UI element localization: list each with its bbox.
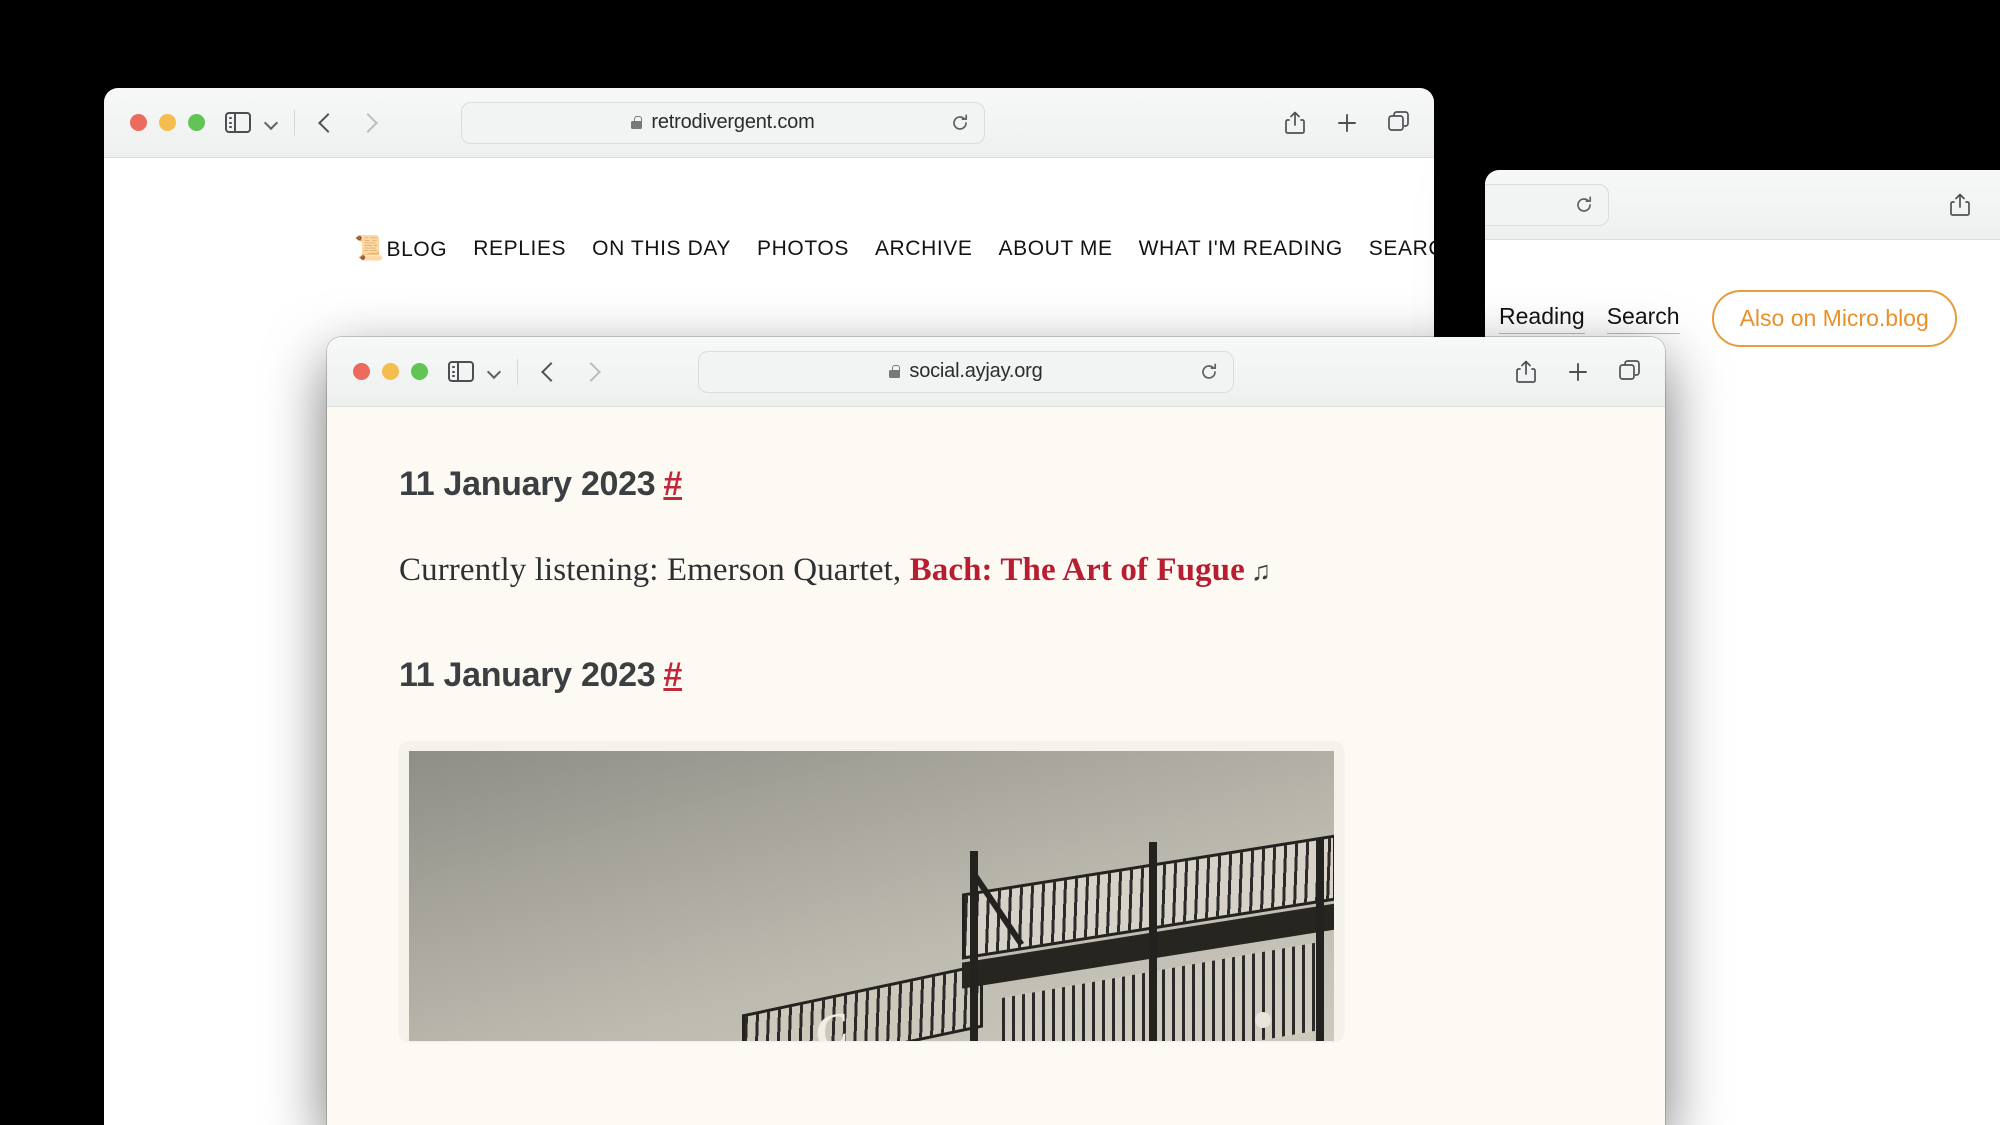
page-content: 11 January 2023 # Currently listening: Em… bbox=[327, 407, 1665, 1125]
toolbar-actions[interactable] bbox=[1947, 191, 2000, 219]
nav-item-blog[interactable]: 📜BLOG bbox=[354, 234, 447, 263]
nav-item-about-me[interactable]: ABOUT ME bbox=[999, 237, 1113, 261]
music-note-icon: ♫ bbox=[1250, 556, 1272, 586]
address-bar[interactable]: retrodivergent.com bbox=[461, 101, 985, 144]
window-controls[interactable] bbox=[130, 114, 205, 131]
also-on-microblog-button[interactable]: Also on Micro.blog bbox=[1711, 290, 1957, 347]
toolbar-actions[interactable] bbox=[1282, 109, 1412, 137]
lock-icon bbox=[631, 116, 643, 129]
post-date-text: 11 January 2023 bbox=[399, 465, 656, 503]
maximize-button[interactable] bbox=[188, 114, 205, 131]
maximize-button[interactable] bbox=[411, 363, 428, 380]
chevron-down-icon[interactable] bbox=[488, 365, 501, 378]
post-text: Currently listening: Emerson Quartet, Ba… bbox=[399, 552, 1665, 589]
work-title: Bach: The Art of Fugue bbox=[909, 552, 1245, 588]
toolbar[interactable]: retrodivergent.com bbox=[104, 88, 1434, 158]
photo-fire-escape: C bbox=[409, 751, 1334, 1041]
sidebar-toggle-icon[interactable] bbox=[225, 112, 251, 133]
lock-icon bbox=[889, 365, 901, 378]
close-button[interactable] bbox=[130, 114, 147, 131]
scroll-icon: 📜 bbox=[354, 235, 385, 262]
forward-arrow-icon[interactable] bbox=[576, 357, 606, 387]
post-anchor-link[interactable]: # bbox=[663, 656, 682, 694]
nav-item-what-im-reading[interactable]: WHAT I'M READING bbox=[1139, 237, 1343, 261]
reload-icon[interactable] bbox=[1199, 362, 1219, 382]
sidebar-toggle-icon[interactable] bbox=[448, 361, 474, 382]
divider bbox=[517, 358, 518, 385]
reload-icon[interactable] bbox=[1574, 195, 1594, 215]
address-bar[interactable]: social.ayjay.org bbox=[698, 350, 1234, 393]
nav-item-search[interactable]: SEARCH bbox=[1369, 237, 1434, 261]
tab-overview-icon[interactable] bbox=[1617, 358, 1643, 386]
post-date-text: 11 January 2023 bbox=[399, 656, 656, 694]
share-icon[interactable] bbox=[1513, 358, 1539, 386]
toolbar-actions[interactable] bbox=[1513, 358, 1643, 386]
site-nav[interactable]: 📜BLOG REPLIES ON THIS DAY PHOTOS ARCHIVE… bbox=[104, 158, 1434, 263]
url-text: retrodivergent.com bbox=[651, 111, 815, 133]
nav-item-on-this-day[interactable]: ON THIS DAY bbox=[592, 237, 731, 261]
plus-icon[interactable] bbox=[1565, 358, 1591, 386]
reload-icon[interactable] bbox=[950, 113, 970, 133]
minimize-button[interactable] bbox=[382, 363, 399, 380]
nav-item-reading[interactable]: Reading bbox=[1499, 303, 1585, 334]
post-date-heading-2: 11 January 2023 # bbox=[399, 656, 1665, 695]
post-text-prefix: Currently listening: Emerson Quartet, bbox=[399, 552, 910, 588]
plus-icon[interactable] bbox=[1334, 109, 1360, 137]
divider bbox=[294, 109, 295, 136]
share-icon[interactable] bbox=[1282, 109, 1308, 137]
nav-item-replies[interactable]: REPLIES bbox=[473, 237, 566, 261]
desktop: retrodivergent.com 📜BLOG REPLIES ON THIS… bbox=[0, 0, 2000, 1125]
nav-item-archive[interactable]: ARCHIVE bbox=[875, 237, 973, 261]
post-date-heading: 11 January 2023 # bbox=[399, 465, 1665, 504]
toolbar[interactable] bbox=[1485, 170, 2000, 240]
forward-arrow-icon[interactable] bbox=[353, 108, 383, 138]
post-photo-card[interactable]: C bbox=[399, 741, 1344, 1041]
nav-item-photos[interactable]: PHOTOS bbox=[757, 237, 849, 261]
close-button[interactable] bbox=[353, 363, 370, 380]
back-arrow-icon[interactable] bbox=[534, 357, 564, 387]
back-arrow-icon[interactable] bbox=[311, 108, 341, 138]
address-bar[interactable] bbox=[1485, 183, 1609, 226]
toolbar[interactable]: social.ayjay.org bbox=[327, 337, 1665, 407]
tab-overview-icon[interactable] bbox=[1386, 109, 1412, 137]
nav-label: BLOG bbox=[386, 238, 448, 261]
nav-item-search[interactable]: Search bbox=[1606, 303, 1680, 334]
browser-window-social-ayjay[interactable]: social.ayjay.org 11 January 2023 # Curre… bbox=[327, 337, 1665, 1125]
share-icon[interactable] bbox=[1947, 191, 1973, 219]
site-nav[interactable]: Reading Search Also on Micro.blog bbox=[1485, 240, 2000, 347]
url-text: social.ayjay.org bbox=[909, 360, 1043, 382]
chevron-down-icon[interactable] bbox=[265, 116, 278, 129]
post-anchor-link[interactable]: # bbox=[663, 465, 682, 503]
minimize-button[interactable] bbox=[159, 114, 176, 131]
window-controls[interactable] bbox=[353, 363, 428, 380]
